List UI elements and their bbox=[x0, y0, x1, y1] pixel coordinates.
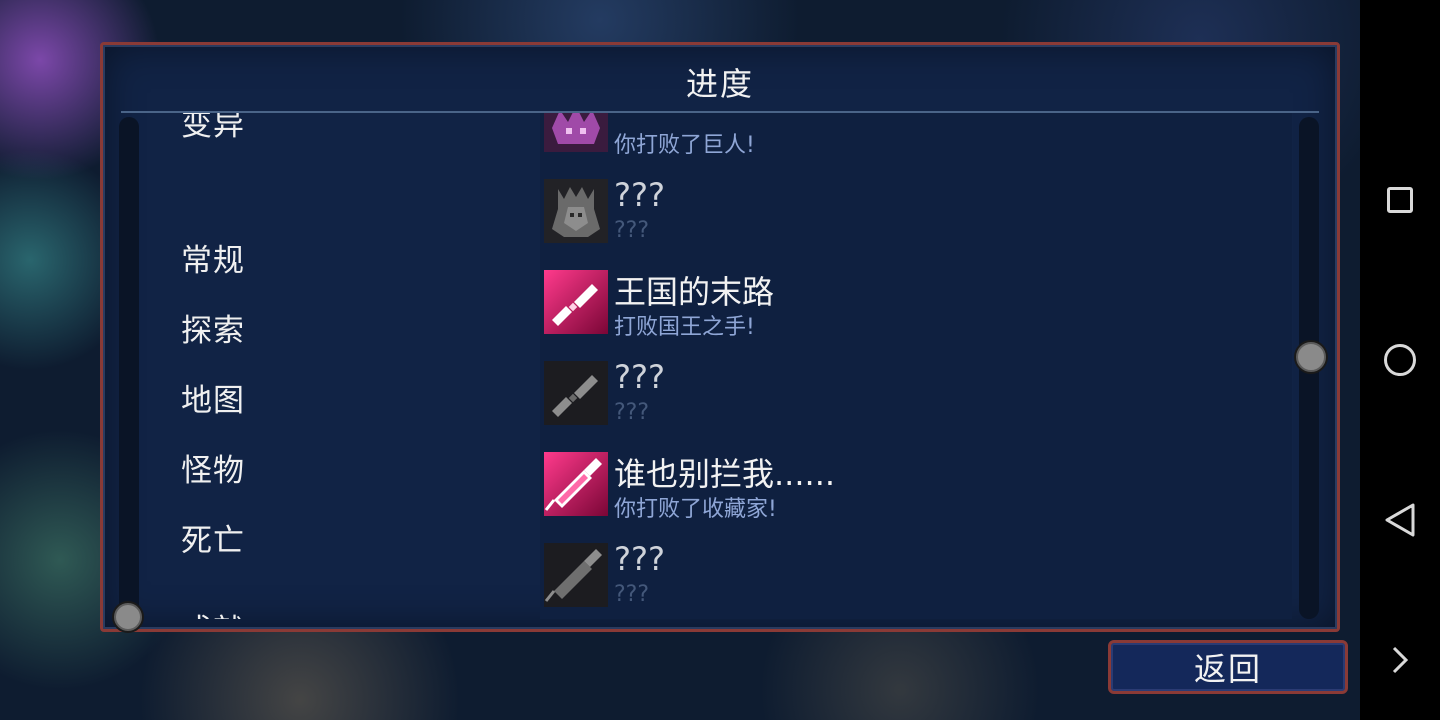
syringe-icon bbox=[544, 543, 608, 607]
category-map[interactable]: 地图 bbox=[181, 375, 245, 420]
achievement-description: ??? bbox=[614, 582, 650, 607]
achievement-item[interactable]: 谁也别拦我...... 你打败了收藏家! bbox=[540, 447, 1292, 529]
home-icon bbox=[1384, 344, 1416, 376]
system-nav-bar bbox=[1360, 0, 1440, 720]
hand-of-king-icon bbox=[544, 270, 608, 334]
achievement-description: 你打败了巨人! bbox=[614, 133, 755, 158]
expand-icon bbox=[1392, 646, 1409, 674]
category-exploration[interactable]: 探索 bbox=[181, 305, 245, 350]
achievement-item[interactable]: 王国的末路 打败国王之手! bbox=[540, 265, 1292, 347]
blade-icon bbox=[544, 361, 608, 425]
category-mutations[interactable]: 变异 bbox=[181, 113, 245, 144]
progress-panel: 进度 变异 常规 探索 地图 怪物 死亡 成就 你打败了巨人! bbox=[100, 42, 1340, 632]
achievement-description: ??? bbox=[614, 218, 650, 243]
category-achievements[interactable]: 成就 bbox=[181, 605, 245, 619]
recent-apps-icon bbox=[1387, 187, 1413, 213]
panel-title: 进度 bbox=[685, 65, 754, 103]
expand-nav-button[interactable] bbox=[1360, 620, 1440, 700]
achievement-description: ??? bbox=[614, 400, 650, 425]
giant-boss-icon bbox=[544, 113, 608, 152]
back-icon bbox=[1385, 503, 1415, 537]
home-button[interactable] bbox=[1360, 320, 1440, 400]
achievement-description: 你打败了收藏家! bbox=[614, 497, 777, 522]
achievement-item[interactable]: ??? ??? bbox=[540, 538, 1292, 619]
collector-syringe-icon bbox=[544, 452, 608, 516]
crowned-boss-icon bbox=[544, 179, 608, 243]
achievement-item[interactable]: ??? ??? bbox=[540, 174, 1292, 256]
category-general[interactable]: 常规 bbox=[181, 235, 245, 280]
achievement-item[interactable]: 你打败了巨人! bbox=[540, 113, 1292, 165]
achievement-description: 打败国王之手! bbox=[614, 315, 755, 340]
achievement-title: ??? bbox=[614, 176, 665, 214]
achievement-title: 王国的末路 bbox=[614, 273, 775, 311]
category-list: 变异 常规 探索 地图 怪物 死亡 成就 bbox=[103, 113, 523, 619]
achievement-item[interactable]: ??? ??? bbox=[540, 356, 1292, 438]
achievement-scroll-thumb[interactable] bbox=[1296, 342, 1326, 372]
achievement-title: 谁也别拦我...... bbox=[614, 455, 836, 493]
back-nav-button[interactable] bbox=[1360, 480, 1440, 560]
achievement-title: ??? bbox=[614, 540, 665, 578]
achievement-list[interactable]: 你打败了巨人! ??? ??? 王国的末路 打败国王之手! ??? ??? 谁也… bbox=[540, 113, 1292, 619]
back-button[interactable]: 返回 bbox=[1108, 640, 1348, 694]
recent-apps-button[interactable] bbox=[1360, 160, 1440, 240]
achievement-title: ??? bbox=[614, 358, 665, 396]
category-deaths[interactable]: 死亡 bbox=[181, 515, 245, 560]
category-monsters[interactable]: 怪物 bbox=[181, 445, 245, 490]
